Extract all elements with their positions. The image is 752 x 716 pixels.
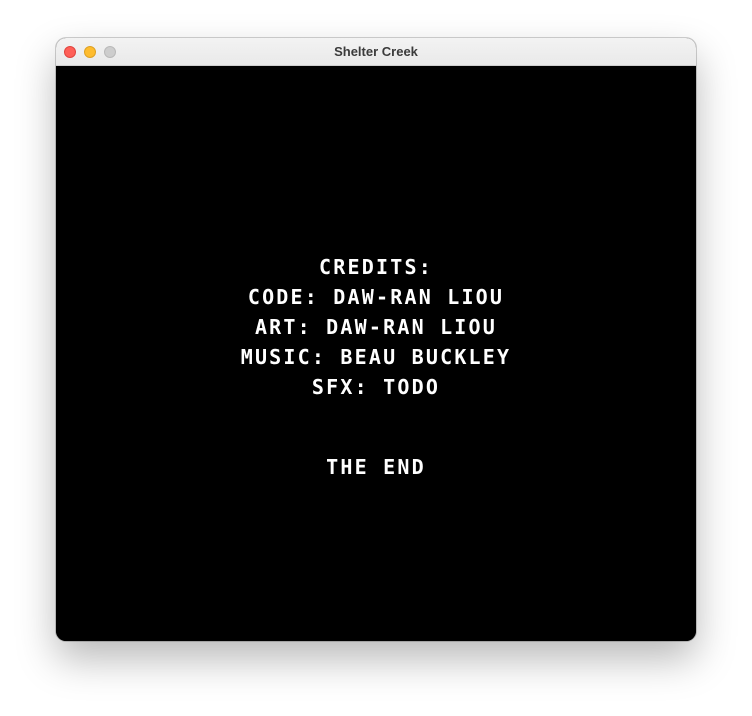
credits-line-code: CODE: DAW-RAN LIOU bbox=[247, 285, 505, 309]
game-canvas[interactable]: CREDITS: CODE: DAW-RAN LIOU ART: DAW-RAN… bbox=[56, 66, 696, 641]
credits-line-art: ART: DAW-RAN LIOU bbox=[254, 315, 498, 339]
credits-heading: CREDITS: bbox=[319, 255, 433, 279]
credits-line-sfx: SFX: TODO bbox=[311, 375, 441, 399]
credits-spacer bbox=[56, 402, 696, 452]
credits-line-music: MUSIC: BEAU BUCKLEY bbox=[240, 345, 512, 369]
window-title: Shelter Creek bbox=[334, 44, 418, 59]
the-end-text: THE END bbox=[326, 455, 426, 479]
app-window: Shelter Creek CREDITS: CODE: DAW-RAN LIO… bbox=[56, 38, 696, 641]
title-bar[interactable]: Shelter Creek bbox=[56, 38, 696, 66]
credits-screen: CREDITS: CODE: DAW-RAN LIOU ART: DAW-RAN… bbox=[56, 252, 696, 482]
